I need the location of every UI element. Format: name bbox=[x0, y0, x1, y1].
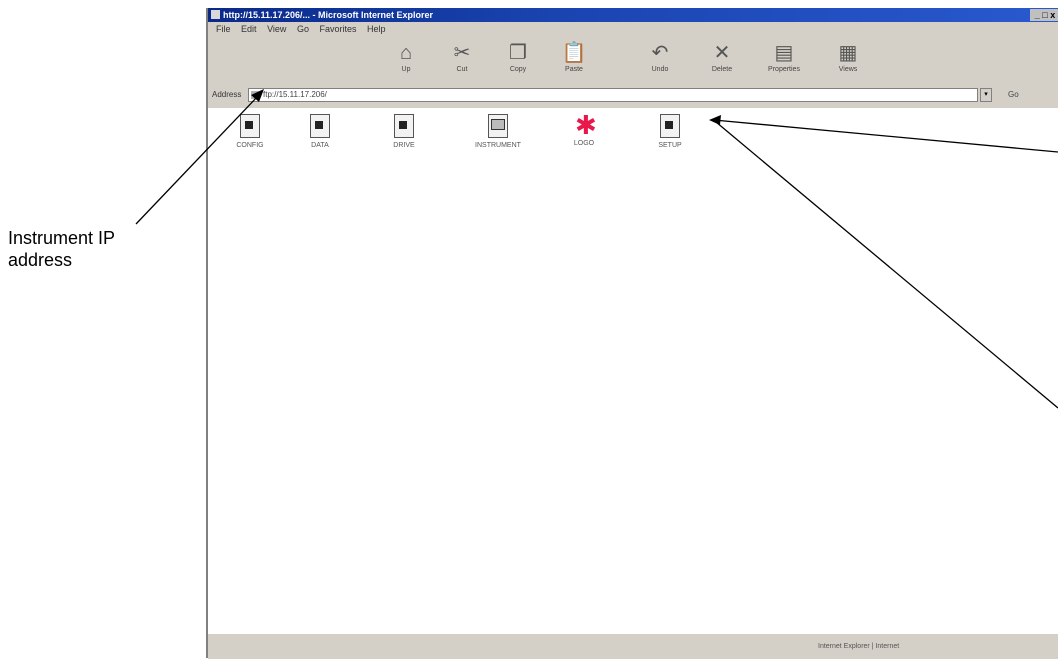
files-arrow-head bbox=[709, 115, 721, 125]
ip-arrow-line bbox=[135, 95, 259, 225]
files-arrow-line-2 bbox=[715, 121, 1058, 409]
files-arrow-line-1 bbox=[713, 119, 1058, 153]
ip-arrow-head bbox=[251, 89, 264, 102]
annotation-arrows bbox=[135, 89, 1058, 409]
